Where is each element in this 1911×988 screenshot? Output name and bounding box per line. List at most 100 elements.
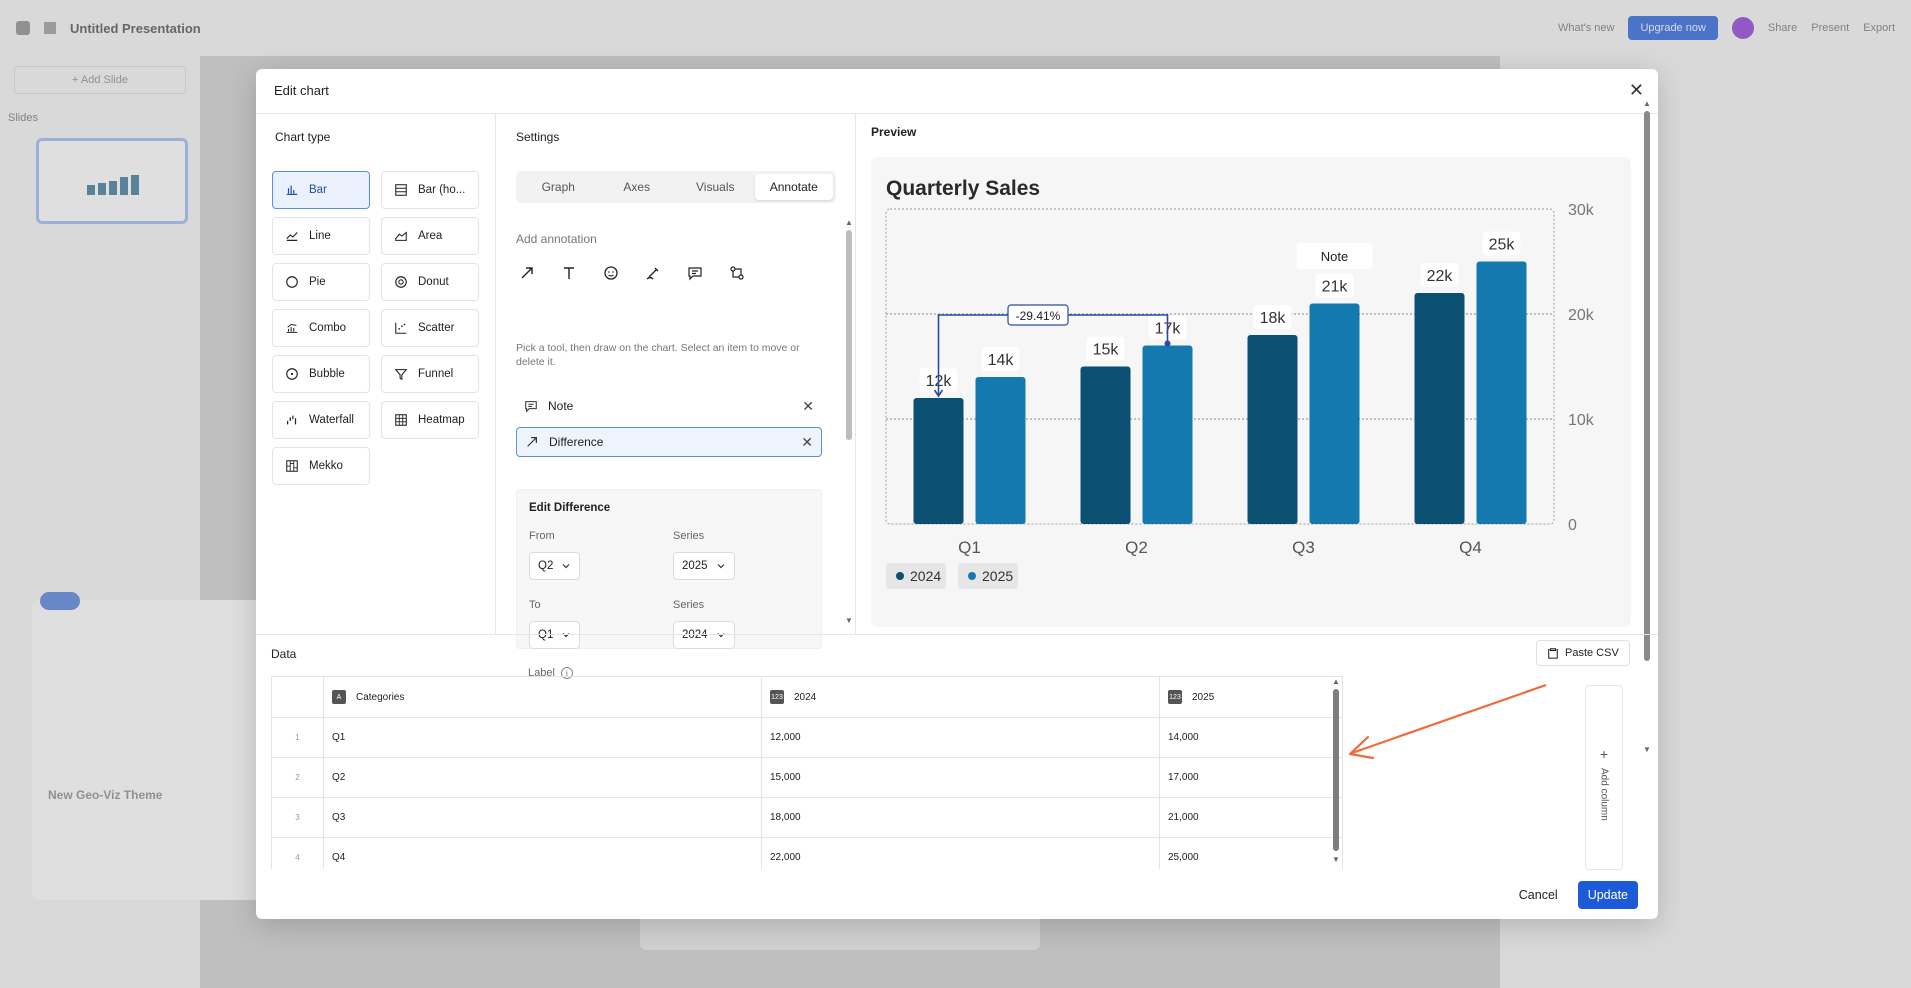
line-chart-icon [286,232,298,241]
difference-tool-icon[interactable] [726,262,748,284]
update-button[interactable]: Update [1577,881,1638,909]
column-header-categories[interactable]: A Categories [324,677,762,717]
column-header-2024[interactable]: 123 2024 [762,677,1160,717]
scrollbar-thumb[interactable] [1333,689,1339,851]
add-column-button[interactable]: + Add column [1585,685,1623,870]
remove-difference-icon[interactable]: ✕ [801,434,813,451]
bar-q2-2025 [1142,345,1193,524]
cell-category[interactable]: Q4 [324,838,762,869]
chart-type-combo[interactable]: Combo [272,309,370,347]
column-header-label: Categories [356,691,405,703]
from-series-select-value: 2025 [682,560,708,572]
chart-type-bar-horizontal[interactable]: Bar (ho... [381,171,479,209]
preview-canvas: Quarterly Sales 0 10k 20k 30k 12k 14k Q1 15k 17k Q… [871,157,1631,627]
arrow-tool-icon[interactable] [516,262,538,284]
cell-2024[interactable]: 18,000 [762,798,1160,837]
chart-type-line[interactable]: Line [272,217,370,255]
scroll-up-icon[interactable]: ▲ [845,218,853,227]
chart-type-label: Pie [309,276,326,288]
edit-difference-panel: Edit Difference From Series Q2 2025 To S… [516,489,822,649]
tab-graph[interactable]: Graph [519,174,598,200]
chart-type-area[interactable]: Area [381,217,479,255]
scrollbar-thumb[interactable] [846,230,852,440]
difference-label: -29.41% [1016,309,1061,323]
table-scrollbar[interactable]: ▲ ▼ [1331,677,1341,867]
scroll-down-icon[interactable]: ▼ [845,616,853,625]
annotation-item-note[interactable]: Note ✕ [516,391,822,421]
tab-visuals[interactable]: Visuals [676,174,755,200]
x-tick-label: Q3 [1292,538,1315,557]
cell-2025[interactable]: 21,000 [1160,798,1342,837]
data-label: 15k [1093,342,1120,359]
add-annotation-label: Add annotation [516,232,597,246]
annotation-hint: Pick a tool, then draw on the chart. Sel… [516,342,800,368]
note-icon [525,401,537,413]
from-select[interactable]: Q2 [529,552,581,580]
legend-label: 2024 [910,568,941,584]
table-row: 2 Q2 15,000 17,000 [272,758,1342,798]
tab-axes[interactable]: Axes [598,174,677,200]
chart-type-mekko[interactable]: Mekko [272,447,370,485]
cell-2024[interactable]: 12,000 [762,718,1160,757]
text-tool-icon[interactable] [558,262,580,284]
column-header-label: 2024 [794,691,817,703]
cell-2025[interactable]: 14,000 [1160,718,1342,757]
tab-annotate[interactable]: Annotate [754,174,833,200]
data-table: A Categories 123 2024 123 2025 1 Q1 12,000 … [271,676,1343,869]
chart-preview[interactable]: Quarterly Sales010k20k30k12k14kQ115k17kQ… [871,157,1631,627]
draw-tool-icon[interactable] [642,262,664,284]
chart-type-funnel[interactable]: Funnel [381,355,479,393]
chart-type-pie[interactable]: Pie [272,263,370,301]
chart-type-bubble[interactable]: Bubble [272,355,370,393]
x-tick-label: Q1 [958,538,981,557]
cell-2025[interactable]: 17,000 [1160,758,1342,797]
chevron-down-icon [562,564,570,569]
chart-type-heatmap[interactable]: Heatmap [381,401,479,439]
chart-type-label: Combo [309,322,347,334]
emoji-tool-icon[interactable] [600,262,622,284]
chart-type-scatter[interactable]: Scatter [381,309,479,347]
index-header [272,677,324,717]
y-tick-label: 10k [1568,412,1595,429]
chart-type-bar[interactable]: Bar [272,171,370,209]
scroll-up-icon[interactable]: ▲ [1332,677,1340,686]
number-column-icon: 123 [770,690,784,704]
cell-2024[interactable]: 22,000 [762,838,1160,869]
from-series-select[interactable]: 2025 [673,552,735,580]
cell-category[interactable]: Q1 [324,718,762,757]
y-tick-label: 30k [1568,202,1595,219]
scroll-down-icon[interactable]: ▼ [1332,855,1340,864]
plus-icon: + [1599,746,1609,762]
cell-category[interactable]: Q3 [324,798,762,837]
edit-difference-title: Edit Difference [529,502,611,514]
chart-type-label: Area [418,230,443,242]
chart-type-donut[interactable]: Donut [381,263,479,301]
close-icon[interactable]: ✕ [1629,81,1644,99]
legend-label: 2025 [982,568,1013,584]
from-series-label: Series [673,530,705,542]
x-tick-label: Q4 [1459,538,1482,557]
chart-type-waterfall[interactable]: Waterfall [272,401,370,439]
scrollbar-thumb[interactable] [1644,111,1650,661]
annotation-item-difference[interactable]: Difference ✕ [516,427,822,457]
scroll-up-icon[interactable]: ▲ [1643,99,1651,108]
cell-category[interactable]: Q2 [324,758,762,797]
area-chart-icon [395,231,407,241]
settings-scrollbar[interactable]: ▲ ▼ [845,218,853,628]
column-header-2025[interactable]: 123 2025 [1160,677,1342,717]
cancel-button[interactable]: Cancel [1511,882,1566,908]
note-tool-icon[interactable] [684,262,706,284]
chart-title: Quarterly Sales [886,177,1040,200]
cell-2025[interactable]: 25,000 [1160,838,1342,869]
remove-note-icon[interactable]: ✕ [802,398,814,415]
annotation-item-label: Difference [549,435,604,449]
bar-q1-2025 [975,377,1026,524]
text-column-icon: A [332,690,346,704]
chart-type-panel: Chart type Bar Bar (ho... Line Area Pie Donut… [256,114,496,634]
bar-q4-2025 [1476,261,1527,524]
bar-q4-2024 [1414,293,1465,524]
paste-csv-button[interactable]: Paste CSV [1536,640,1630,666]
to-label: To [529,599,541,611]
bar-q3-2025 [1309,303,1360,524]
cell-2024[interactable]: 15,000 [762,758,1160,797]
